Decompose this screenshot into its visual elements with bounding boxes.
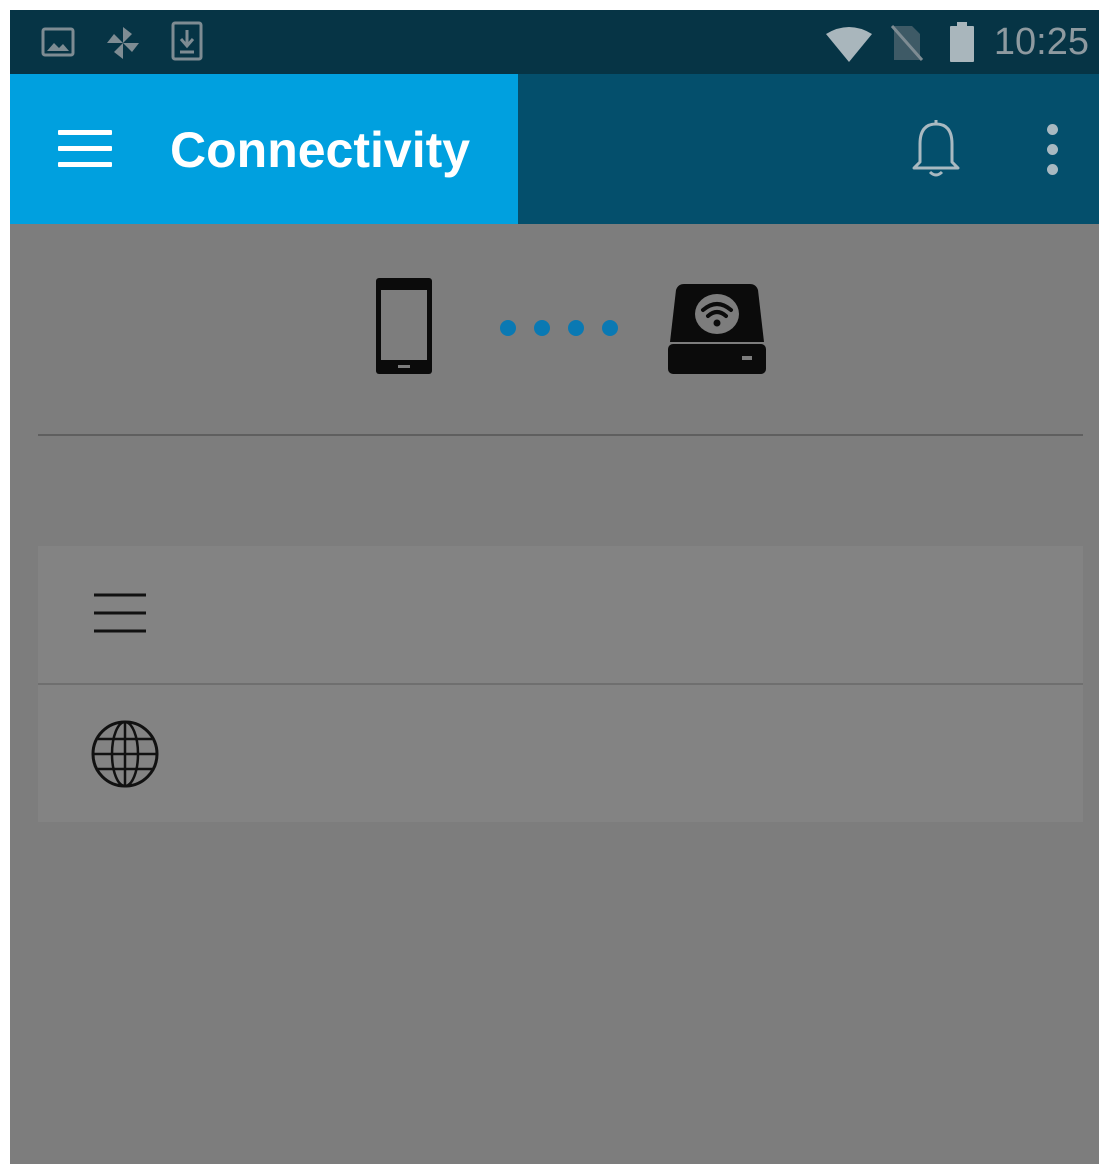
wifi-icon <box>824 26 874 67</box>
hamburger-menu-icon[interactable] <box>58 130 112 168</box>
more-options-icon[interactable] <box>1040 124 1064 176</box>
wireless-drive-icon <box>668 280 766 381</box>
screen: 10:25 Connectivity <box>10 10 1099 1164</box>
connection-dots <box>500 320 624 336</box>
no-sim-icon <box>890 24 924 67</box>
connection-dot <box>568 320 584 336</box>
phone-icon <box>374 276 434 381</box>
list-lines-icon <box>90 590 150 641</box>
page-title: Connectivity <box>170 122 471 178</box>
section-divider <box>38 434 1083 436</box>
status-bar: 10:25 <box>10 10 1099 74</box>
gallery-icon <box>40 24 76 65</box>
list-item-remote-access[interactable] <box>38 685 1083 822</box>
notification-bell-icon[interactable] <box>906 116 966 187</box>
title-panel: Connectivity <box>10 74 518 224</box>
download-icon <box>170 20 204 67</box>
pinwheel-icon <box>104 24 142 67</box>
globe-icon <box>90 719 160 794</box>
connection-dot <box>500 320 516 336</box>
connection-status-graphic <box>10 224 1099 436</box>
app-bar: Connectivity <box>10 74 1099 224</box>
connection-dot <box>534 320 550 336</box>
status-time: 10:25 <box>993 21 1089 63</box>
list-item-local-network[interactable] <box>38 546 1083 685</box>
connectivity-options-list <box>38 546 1083 822</box>
connection-dot <box>602 320 618 336</box>
battery-icon <box>948 22 976 69</box>
